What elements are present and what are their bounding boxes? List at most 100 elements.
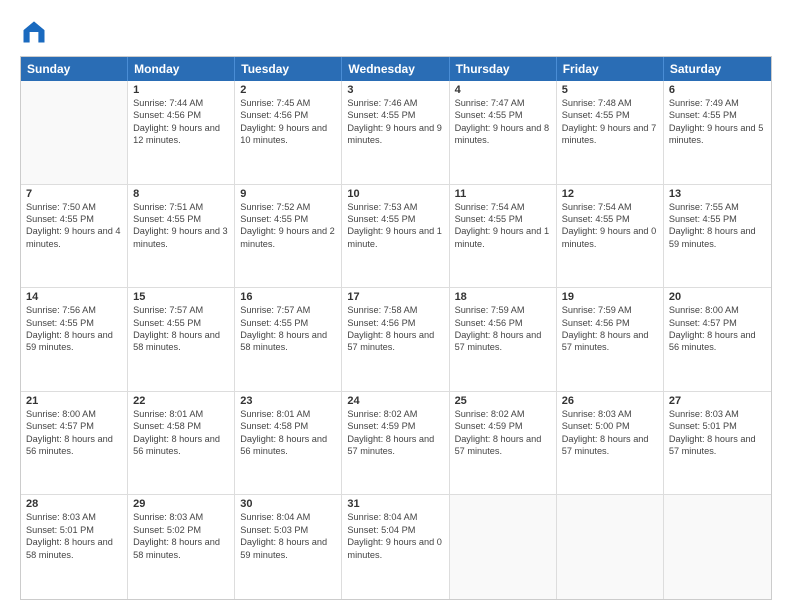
calendar-cell [21, 81, 128, 184]
cell-info: Sunrise: 7:59 AMSunset: 4:56 PMDaylight:… [455, 304, 551, 354]
day-number: 28 [26, 498, 122, 510]
calendar-cell: 21Sunrise: 8:00 AMSunset: 4:57 PMDayligh… [21, 392, 128, 495]
cell-info: Sunrise: 7:58 AMSunset: 4:56 PMDaylight:… [347, 304, 443, 354]
day-number: 23 [240, 395, 336, 407]
day-number: 8 [133, 188, 229, 200]
cell-info: Sunrise: 8:03 AMSunset: 5:01 PMDaylight:… [26, 511, 122, 561]
day-number: 31 [347, 498, 443, 510]
cell-info: Sunrise: 7:55 AMSunset: 4:55 PMDaylight:… [669, 201, 766, 251]
weekday-header: Wednesday [342, 57, 449, 81]
day-number: 3 [347, 84, 443, 96]
calendar-cell: 5Sunrise: 7:48 AMSunset: 4:55 PMDaylight… [557, 81, 664, 184]
day-number: 26 [562, 395, 658, 407]
logo [20, 18, 52, 46]
calendar-header: SundayMondayTuesdayWednesdayThursdayFrid… [21, 57, 771, 81]
cell-info: Sunrise: 7:50 AMSunset: 4:55 PMDaylight:… [26, 201, 122, 251]
logo-icon [20, 18, 48, 46]
day-number: 6 [669, 84, 766, 96]
day-number: 24 [347, 395, 443, 407]
weekday-header: Friday [557, 57, 664, 81]
weekday-header: Sunday [21, 57, 128, 81]
day-number: 27 [669, 395, 766, 407]
calendar-cell: 27Sunrise: 8:03 AMSunset: 5:01 PMDayligh… [664, 392, 771, 495]
day-number: 13 [669, 188, 766, 200]
day-number: 19 [562, 291, 658, 303]
cell-info: Sunrise: 7:48 AMSunset: 4:55 PMDaylight:… [562, 97, 658, 147]
calendar-cell: 11Sunrise: 7:54 AMSunset: 4:55 PMDayligh… [450, 185, 557, 288]
day-number: 5 [562, 84, 658, 96]
cell-info: Sunrise: 7:53 AMSunset: 4:55 PMDaylight:… [347, 201, 443, 251]
day-number: 4 [455, 84, 551, 96]
calendar-cell [557, 495, 664, 599]
day-number: 30 [240, 498, 336, 510]
page: SundayMondayTuesdayWednesdayThursdayFrid… [0, 0, 792, 612]
cell-info: Sunrise: 7:54 AMSunset: 4:55 PMDaylight:… [455, 201, 551, 251]
cell-info: Sunrise: 8:00 AMSunset: 4:57 PMDaylight:… [26, 408, 122, 458]
day-number: 20 [669, 291, 766, 303]
calendar-cell: 24Sunrise: 8:02 AMSunset: 4:59 PMDayligh… [342, 392, 449, 495]
day-number: 11 [455, 188, 551, 200]
calendar-week-row: 28Sunrise: 8:03 AMSunset: 5:01 PMDayligh… [21, 495, 771, 599]
day-number: 12 [562, 188, 658, 200]
calendar-cell: 22Sunrise: 8:01 AMSunset: 4:58 PMDayligh… [128, 392, 235, 495]
calendar: SundayMondayTuesdayWednesdayThursdayFrid… [20, 56, 772, 600]
day-number: 22 [133, 395, 229, 407]
calendar-body: 1Sunrise: 7:44 AMSunset: 4:56 PMDaylight… [21, 81, 771, 599]
calendar-week-row: 1Sunrise: 7:44 AMSunset: 4:56 PMDaylight… [21, 81, 771, 185]
calendar-cell: 26Sunrise: 8:03 AMSunset: 5:00 PMDayligh… [557, 392, 664, 495]
cell-info: Sunrise: 7:45 AMSunset: 4:56 PMDaylight:… [240, 97, 336, 147]
calendar-cell: 4Sunrise: 7:47 AMSunset: 4:55 PMDaylight… [450, 81, 557, 184]
cell-info: Sunrise: 8:02 AMSunset: 4:59 PMDaylight:… [347, 408, 443, 458]
calendar-cell: 3Sunrise: 7:46 AMSunset: 4:55 PMDaylight… [342, 81, 449, 184]
day-number: 18 [455, 291, 551, 303]
cell-info: Sunrise: 8:04 AMSunset: 5:04 PMDaylight:… [347, 511, 443, 561]
calendar-cell: 10Sunrise: 7:53 AMSunset: 4:55 PMDayligh… [342, 185, 449, 288]
day-number: 15 [133, 291, 229, 303]
calendar-cell: 1Sunrise: 7:44 AMSunset: 4:56 PMDaylight… [128, 81, 235, 184]
header [20, 18, 772, 46]
day-number: 1 [133, 84, 229, 96]
calendar-cell: 20Sunrise: 8:00 AMSunset: 4:57 PMDayligh… [664, 288, 771, 391]
calendar-week-row: 7Sunrise: 7:50 AMSunset: 4:55 PMDaylight… [21, 185, 771, 289]
weekday-header: Monday [128, 57, 235, 81]
calendar-cell [450, 495, 557, 599]
cell-info: Sunrise: 7:59 AMSunset: 4:56 PMDaylight:… [562, 304, 658, 354]
day-number: 25 [455, 395, 551, 407]
day-number: 17 [347, 291, 443, 303]
calendar-cell: 17Sunrise: 7:58 AMSunset: 4:56 PMDayligh… [342, 288, 449, 391]
day-number: 2 [240, 84, 336, 96]
calendar-cell: 30Sunrise: 8:04 AMSunset: 5:03 PMDayligh… [235, 495, 342, 599]
calendar-cell: 23Sunrise: 8:01 AMSunset: 4:58 PMDayligh… [235, 392, 342, 495]
cell-info: Sunrise: 7:47 AMSunset: 4:55 PMDaylight:… [455, 97, 551, 147]
day-number: 10 [347, 188, 443, 200]
calendar-cell: 8Sunrise: 7:51 AMSunset: 4:55 PMDaylight… [128, 185, 235, 288]
calendar-cell: 6Sunrise: 7:49 AMSunset: 4:55 PMDaylight… [664, 81, 771, 184]
cell-info: Sunrise: 8:00 AMSunset: 4:57 PMDaylight:… [669, 304, 766, 354]
calendar-cell: 18Sunrise: 7:59 AMSunset: 4:56 PMDayligh… [450, 288, 557, 391]
day-number: 14 [26, 291, 122, 303]
calendar-cell: 29Sunrise: 8:03 AMSunset: 5:02 PMDayligh… [128, 495, 235, 599]
cell-info: Sunrise: 8:02 AMSunset: 4:59 PMDaylight:… [455, 408, 551, 458]
day-number: 21 [26, 395, 122, 407]
cell-info: Sunrise: 7:51 AMSunset: 4:55 PMDaylight:… [133, 201, 229, 251]
calendar-cell: 7Sunrise: 7:50 AMSunset: 4:55 PMDaylight… [21, 185, 128, 288]
weekday-header: Thursday [450, 57, 557, 81]
cell-info: Sunrise: 8:01 AMSunset: 4:58 PMDaylight:… [133, 408, 229, 458]
calendar-cell: 31Sunrise: 8:04 AMSunset: 5:04 PMDayligh… [342, 495, 449, 599]
cell-info: Sunrise: 7:56 AMSunset: 4:55 PMDaylight:… [26, 304, 122, 354]
cell-info: Sunrise: 7:57 AMSunset: 4:55 PMDaylight:… [240, 304, 336, 354]
cell-info: Sunrise: 8:03 AMSunset: 5:02 PMDaylight:… [133, 511, 229, 561]
cell-info: Sunrise: 8:01 AMSunset: 4:58 PMDaylight:… [240, 408, 336, 458]
calendar-cell [664, 495, 771, 599]
day-number: 16 [240, 291, 336, 303]
weekday-header: Saturday [664, 57, 771, 81]
calendar-cell: 13Sunrise: 7:55 AMSunset: 4:55 PMDayligh… [664, 185, 771, 288]
cell-info: Sunrise: 7:54 AMSunset: 4:55 PMDaylight:… [562, 201, 658, 251]
cell-info: Sunrise: 8:03 AMSunset: 5:00 PMDaylight:… [562, 408, 658, 458]
cell-info: Sunrise: 7:49 AMSunset: 4:55 PMDaylight:… [669, 97, 766, 147]
cell-info: Sunrise: 7:52 AMSunset: 4:55 PMDaylight:… [240, 201, 336, 251]
calendar-cell: 16Sunrise: 7:57 AMSunset: 4:55 PMDayligh… [235, 288, 342, 391]
calendar-cell: 25Sunrise: 8:02 AMSunset: 4:59 PMDayligh… [450, 392, 557, 495]
cell-info: Sunrise: 8:04 AMSunset: 5:03 PMDaylight:… [240, 511, 336, 561]
calendar-cell: 28Sunrise: 8:03 AMSunset: 5:01 PMDayligh… [21, 495, 128, 599]
